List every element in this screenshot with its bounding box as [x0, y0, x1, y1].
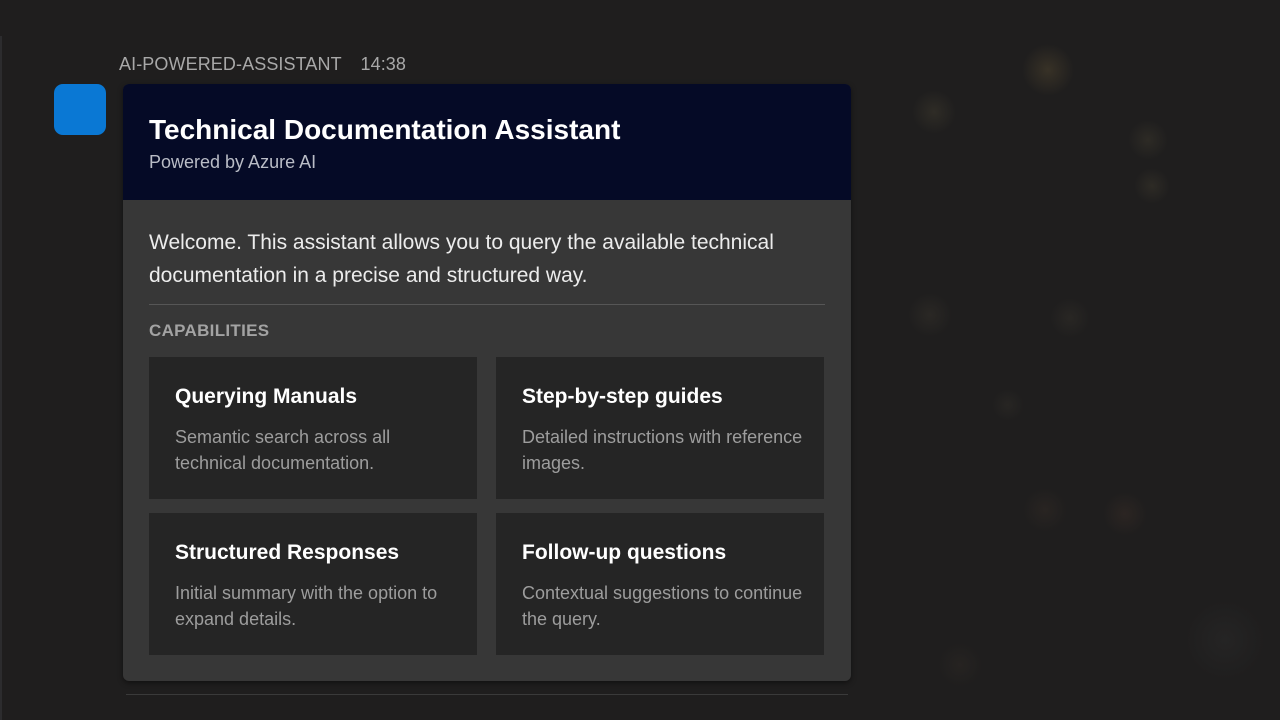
capability-title: Follow-up questions	[522, 541, 727, 564]
section-divider	[149, 304, 825, 305]
card-title: Technical Documentation Assistant	[149, 114, 621, 145]
capability-title: Step-by-step guides	[522, 385, 723, 408]
capabilities-label: CAPABILITIES	[149, 321, 270, 340]
capability-tile-structured-responses: Structured Responses Initial summary wit…	[149, 513, 477, 655]
sender-name: AI-POWERED-ASSISTANT	[119, 54, 342, 74]
capability-description: Contextual suggestions to continue the q…	[522, 583, 803, 629]
capability-title: Querying Manuals	[175, 385, 358, 408]
bot-avatar[interactable]	[54, 84, 106, 135]
card-header: Technical Documentation Assistant Powere…	[123, 84, 851, 200]
capability-tile-follow-up-questions: Follow-up questions Contextual suggestio…	[496, 513, 824, 655]
left-edge-divider	[0, 36, 2, 720]
capability-title: Structured Responses	[175, 541, 400, 564]
capability-tile-querying-manuals: Querying Manuals Semantic search across …	[149, 357, 477, 499]
message-meta: AI-POWERED-ASSISTANT 14:38	[119, 54, 406, 75]
adaptive-card: Technical Documentation Assistant Powere…	[123, 84, 851, 681]
capability-tile-step-by-step-guides: Step-by-step guides Detailed instruction…	[496, 357, 824, 499]
capability-description: Semantic search across all technical doc…	[175, 427, 391, 473]
message-bottom-divider	[126, 694, 848, 695]
capability-description: Detailed instructions with reference ima…	[522, 427, 803, 473]
capability-description: Initial summary with the option to expan…	[175, 583, 438, 629]
card-subtitle: Powered by Azure AI	[149, 152, 317, 172]
welcome-text: Welcome. This assistant allows you to qu…	[149, 231, 774, 287]
message-timestamp: 14:38	[360, 54, 407, 74]
